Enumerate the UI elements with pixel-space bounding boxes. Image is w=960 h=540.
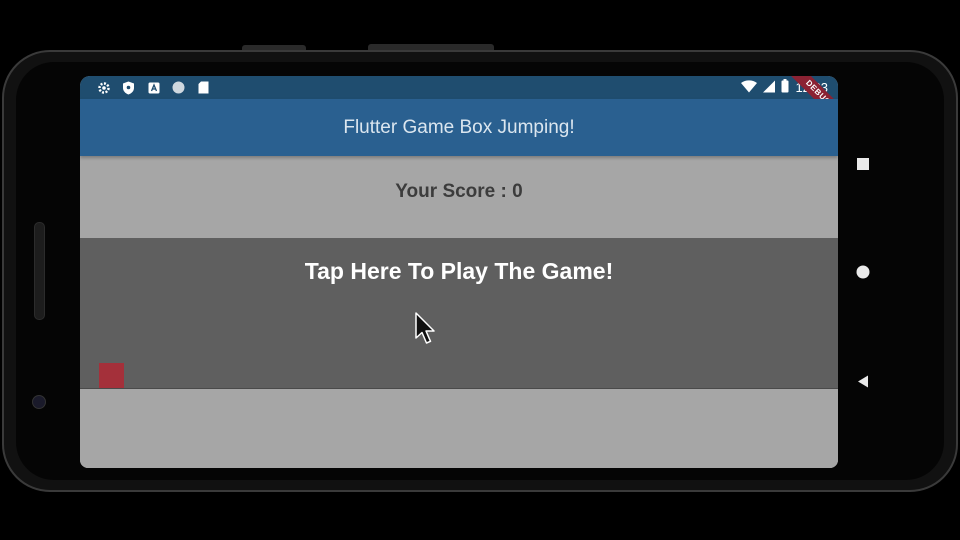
score-label: Your Score : 0 — [395, 180, 523, 202]
shield-icon — [121, 80, 136, 95]
status-icons-left — [96, 80, 211, 95]
app-title: Flutter Game Box Jumping! — [343, 116, 575, 138]
back-icon — [858, 375, 868, 387]
speaker-grille — [34, 222, 45, 320]
status-bar: 12:23 DEBUG — [80, 76, 838, 132]
game-tap-area[interactable]: Tap Here To Play The Game! — [80, 238, 838, 389]
a-notification-icon — [146, 80, 161, 95]
player-box — [99, 363, 124, 388]
wifi-icon — [741, 79, 758, 96]
home-icon — [856, 265, 870, 279]
signal-icon — [763, 80, 776, 96]
mouse-cursor-icon — [415, 312, 435, 344]
sd-card-icon — [196, 80, 211, 95]
battery-icon — [781, 79, 789, 96]
back-button[interactable] — [856, 374, 870, 388]
score-area: Your Score : 0 — [80, 156, 838, 238]
ground-area — [80, 389, 838, 468]
home-button[interactable] — [856, 265, 870, 279]
app-bar: Flutter Game Box Jumping! — [80, 99, 838, 156]
device-screen: 12:23 DEBUG Flutter Game Box Jumping! Yo… — [80, 76, 838, 468]
settings-icon — [96, 80, 111, 95]
recents-button[interactable] — [856, 157, 870, 171]
play-prompt: Tap Here To Play The Game! — [304, 258, 614, 284]
front-camera — [32, 395, 46, 409]
recents-icon — [857, 158, 869, 170]
circle-icon — [171, 80, 186, 95]
